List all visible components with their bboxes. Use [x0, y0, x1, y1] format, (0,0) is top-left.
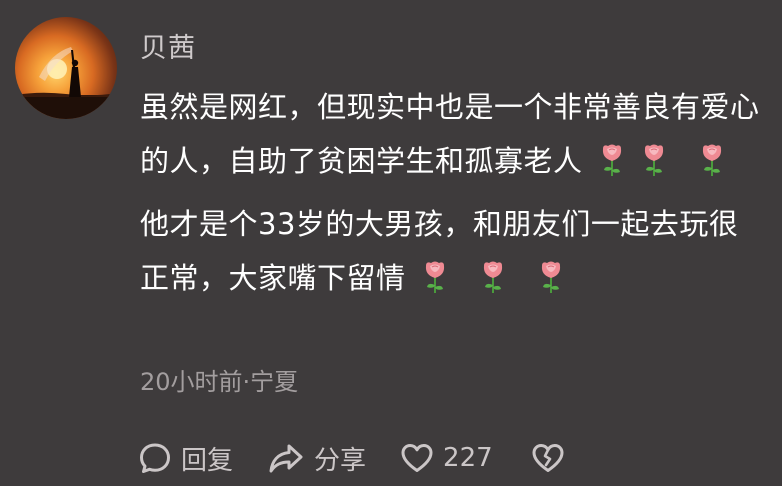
share-label: 分享	[314, 445, 367, 476]
dislike-button[interactable]	[531, 442, 565, 474]
reply-button[interactable]: 回复	[138, 440, 233, 477]
share-button[interactable]: 分享	[267, 440, 366, 477]
rose-icon	[483, 261, 502, 293]
rose-icon	[602, 144, 621, 176]
broken-heart-icon	[532, 444, 564, 472]
heart-icon	[401, 444, 433, 472]
avatar-image	[15, 47, 117, 119]
like-button[interactable]: 227	[400, 442, 493, 474]
comment-card: 贝茜 虽然是网红，但现实中也是一个非常善良有爱心的人，自助了贫困学生和孤寡老人 …	[0, 0, 782, 486]
rose-icon	[702, 144, 721, 176]
comment-bubble-icon	[140, 443, 170, 473]
share-arrow-icon	[269, 444, 303, 473]
rose-icon	[425, 261, 444, 293]
rose-icon	[541, 261, 560, 293]
comment-actions: 回复 分享 227	[138, 438, 565, 478]
comment-paragraph: 他才是个33岁的大男孩，和朋友们一起去玩很正常，大家嘴下留情	[140, 197, 765, 305]
comment-paragraph: 虽然是网红，但现实中也是一个非常善良有爱心的人，自助了贫困学生和孤寡老人	[140, 80, 765, 188]
username[interactable]: 贝茜	[140, 26, 196, 65]
reply-label: 回复	[181, 445, 234, 476]
comment-meta: 20小时前·宁夏	[140, 368, 299, 396]
comment-body: 虽然是网红，但现实中也是一个非常善良有爱心的人，自助了贫困学生和孤寡老人 他才是…	[140, 80, 765, 305]
like-count: 227	[443, 443, 493, 473]
comment-text: 虽然是网红，但现实中也是一个非常善良有爱心的人，自助了贫困学生和孤寡老人	[140, 90, 760, 178]
rose-icon	[644, 144, 663, 176]
avatar[interactable]	[15, 17, 117, 119]
